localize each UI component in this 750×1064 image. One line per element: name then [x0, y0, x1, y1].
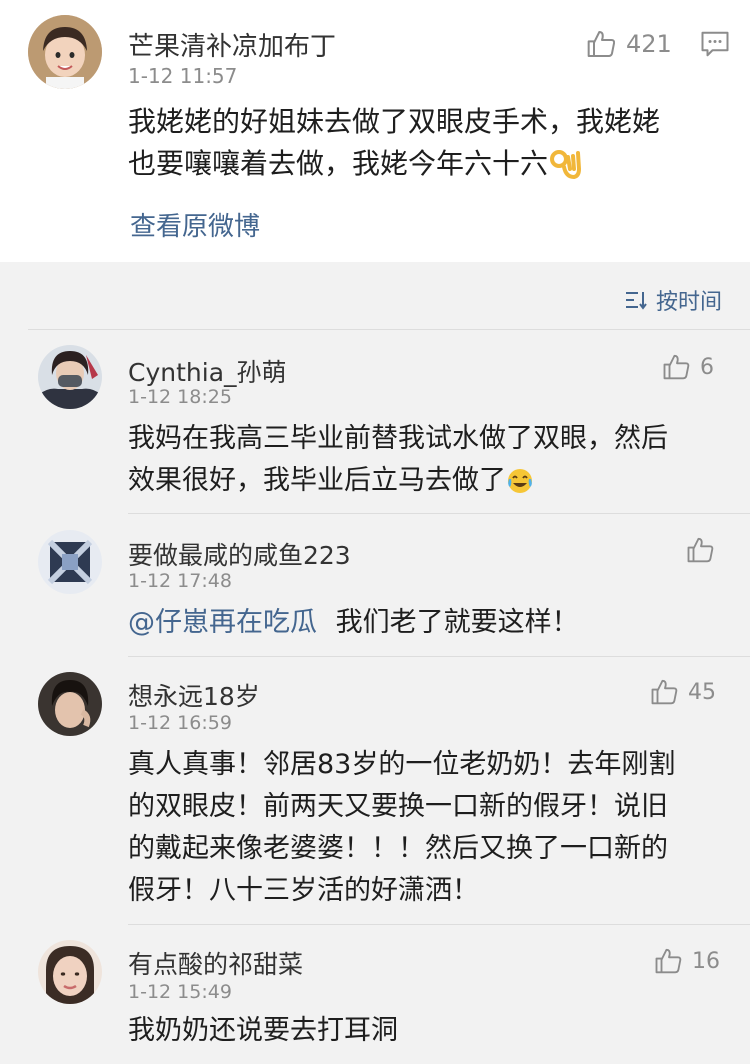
- post-text: 我姥姥的好姐妹去做了双眼皮手术，我姥姥 也要嚷嚷着去做，我姥今年六十六: [128, 101, 660, 185]
- avatar-image: [38, 530, 102, 594]
- avatar-image: [28, 15, 102, 89]
- timestamp: 1-12 11:57: [128, 64, 238, 88]
- username[interactable]: 有点酸的祁甜菜: [128, 945, 303, 981]
- avatar-image: [38, 940, 102, 1004]
- thumbs-up-icon: [587, 31, 616, 57]
- comment-text-line-row: 效果很好，我毕业后立马去做了: [128, 460, 668, 502]
- like-button[interactable]: 45: [650, 677, 716, 707]
- comment-text-line: 效果很好，我毕业后立马去做了: [128, 465, 506, 496]
- like-count: 6: [700, 354, 714, 380]
- comment-text-line: 假牙！八十三岁活的好潇洒！: [128, 875, 479, 906]
- comment-text-line: 的戴起来像老婆婆！！！然后又换了一口新的: [128, 833, 668, 864]
- avatar[interactable]: [38, 672, 102, 736]
- comment-text: @仔崽再在吃瓜 我们老了就要这样！: [128, 602, 579, 644]
- thumbs-up-icon: [663, 354, 690, 380]
- sort-label: 按时间: [655, 290, 722, 315]
- username[interactable]: 想永远18岁: [128, 677, 260, 713]
- laughing-crying-emoji-icon: [508, 469, 532, 493]
- mention-link[interactable]: @仔崽再在吃瓜: [128, 607, 317, 638]
- avatar[interactable]: [38, 530, 102, 594]
- divider: [128, 924, 750, 925]
- ok-hand-emoji-icon: [550, 150, 582, 180]
- username[interactable]: 要做最咸的咸鱼223: [128, 536, 351, 572]
- avatar[interactable]: [28, 15, 102, 89]
- sort-icon: [625, 292, 647, 310]
- comments-section: [0, 262, 750, 1064]
- comment-text: 我奶奶还说要去打耳洞: [128, 1010, 398, 1052]
- username[interactable]: Cynthia_孙萌: [128, 353, 287, 389]
- post-text-line: 我姥姥的好姐妹去做了双眼皮手术，我姥姥: [128, 105, 661, 138]
- comment-text-line: 我奶奶还说要去打耳洞: [128, 1015, 398, 1046]
- like-button[interactable]: 16: [654, 946, 720, 976]
- like-count: 45: [688, 679, 716, 705]
- timestamp: 1-12 17:48: [128, 570, 232, 592]
- thumbs-up-icon: [687, 537, 714, 563]
- avatar-image: [38, 345, 102, 409]
- comment-text-line: 我妈在我高三毕业前替我试水做了双眼，然后: [128, 423, 668, 454]
- timestamp: 1-12 15:49: [128, 981, 232, 1003]
- comment-text-line: 的双眼皮！前两天又要换一口新的假牙！说旧: [128, 791, 668, 822]
- comment-text-line: 真人真事！邻居83岁的一位老奶奶！去年刚割: [128, 749, 676, 780]
- comment-text: 真人真事！邻居83岁的一位老奶奶！去年刚割 的双眼皮！前两天又要换一口新的假牙！…: [128, 744, 675, 912]
- comment-button[interactable]: [700, 30, 730, 62]
- timestamp: 1-12 16:59: [128, 712, 232, 734]
- avatar[interactable]: [38, 940, 102, 1004]
- like-button[interactable]: 421: [586, 28, 672, 60]
- like-count: 16: [692, 948, 720, 974]
- avatar[interactable]: [38, 345, 102, 409]
- comment-icon: [701, 31, 729, 57]
- thumbs-up-icon: [651, 679, 678, 705]
- like-button[interactable]: 6: [662, 352, 714, 382]
- avatar-image: [38, 672, 102, 736]
- view-original-link[interactable]: 查看原微博: [130, 206, 260, 243]
- like-count: 421: [626, 30, 672, 58]
- thumbs-up-icon: [655, 948, 682, 974]
- post-text-line: 也要嚷嚷着去做，我姥今年六十六: [128, 147, 549, 180]
- sort-by-time-button[interactable]: 按时间: [624, 284, 722, 316]
- comment-text-line: 我们老了就要这样！: [335, 607, 579, 638]
- divider: [28, 329, 750, 330]
- divider: [128, 513, 750, 514]
- divider: [128, 656, 750, 657]
- timestamp: 1-12 18:25: [128, 386, 232, 408]
- original-post-card: 芒果清补凉加布丁 1-12 11:57 421 我姥姥的好姐妹去做了双眼皮手术，…: [0, 0, 750, 262]
- like-button[interactable]: [686, 535, 724, 565]
- username[interactable]: 芒果清补凉加布丁: [128, 26, 336, 63]
- comment-text: 我妈在我高三毕业前替我试水做了双眼，然后 效果很好，我毕业后立马去做了: [128, 418, 668, 502]
- post-text-line: 也要嚷嚷着去做，我姥今年六十六: [128, 143, 660, 185]
